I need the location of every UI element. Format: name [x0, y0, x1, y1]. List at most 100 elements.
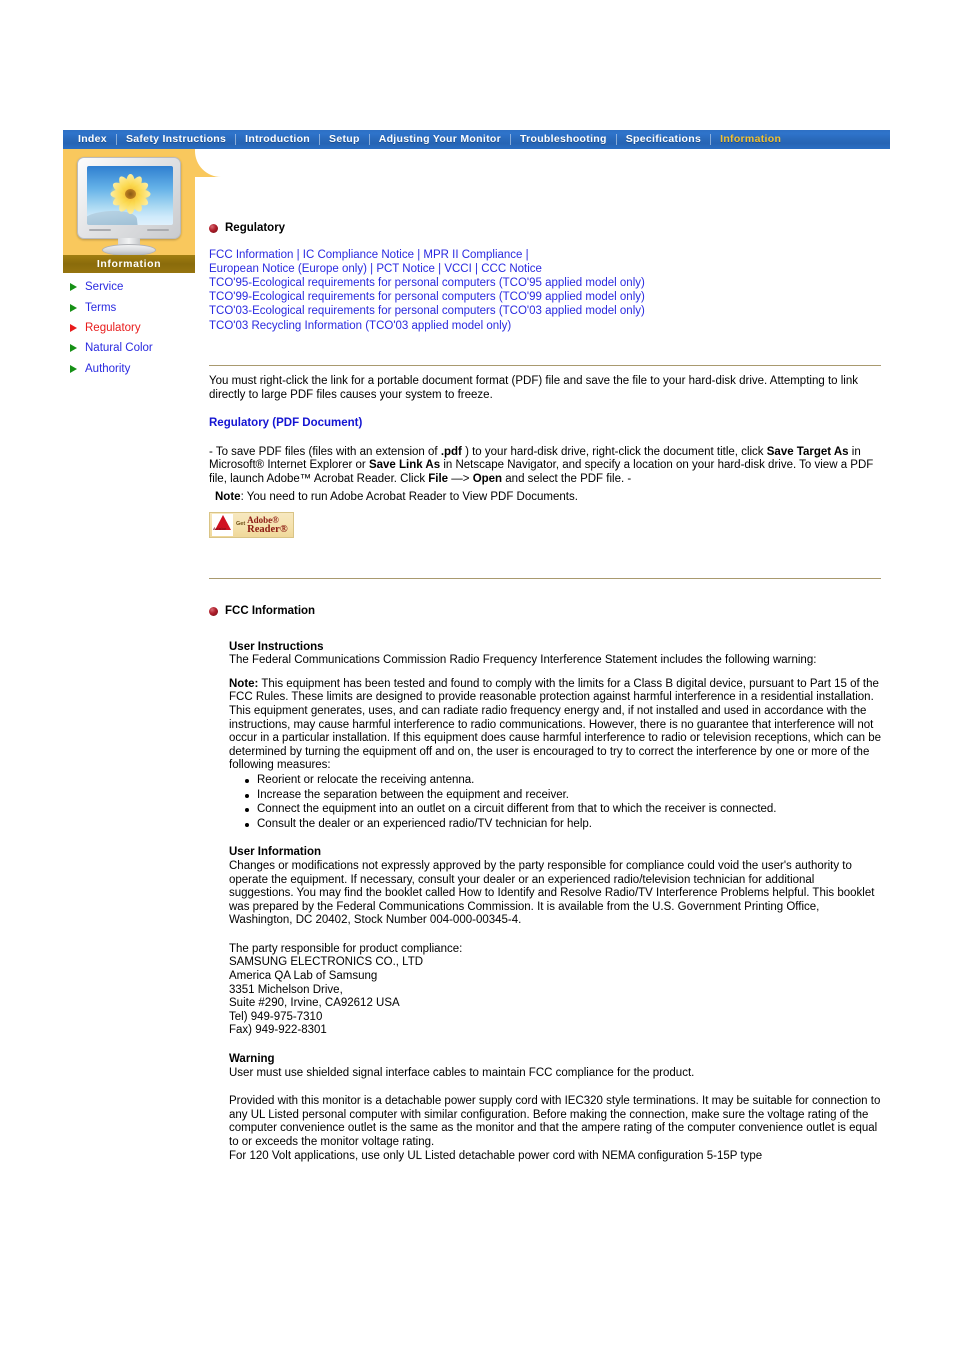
monitor-illustration-icon: [77, 157, 181, 256]
responsible-party-line: SAMSUNG ELECTRONICS CO., LTD: [229, 956, 424, 969]
get-adobe-reader-badge[interactable]: Adobe Get Adobe® Reader®: [209, 512, 294, 539]
sidebar-item-label: Natural Color: [85, 342, 153, 355]
responsible-party-block: The party responsible for product compli…: [229, 943, 881, 1038]
nav-item-safety-instructions[interactable]: Safety Instructions: [117, 130, 235, 149]
user-instructions-block: User Instructions The Federal Communicat…: [229, 641, 881, 1164]
link-tco99[interactable]: TCO'99-Ecological requirements for perso…: [209, 291, 645, 303]
sidebar-item-label: Terms: [85, 301, 117, 314]
regulatory-links-row-6: TCO'03 Recycling Information (TCO'03 app…: [209, 319, 881, 333]
user-information-text: Changes or modifications not expressly a…: [229, 859, 875, 927]
adobe-logo-icon: Adobe: [212, 514, 233, 537]
pdf-instr-t5: —>: [448, 472, 473, 485]
pdf-instr-b1: .pdf: [440, 445, 462, 458]
link-pct-notice[interactable]: PCT Notice: [376, 263, 435, 275]
adobe-label-line2: Reader®: [247, 524, 288, 536]
pdf-instr-t1: - To save PDF files (files with an exten…: [209, 445, 441, 458]
sidebar-item-natural-color[interactable]: Natural Color: [63, 338, 208, 358]
regulatory-links-row-3: TCO'95-Ecological requirements for perso…: [209, 276, 881, 290]
link-fcc-information[interactable]: FCC Information: [209, 249, 293, 261]
arrow-right-icon: [70, 303, 77, 312]
pdf-instr-b5: Open: [472, 472, 503, 485]
nav-item-adjusting-your-monitor[interactable]: Adjusting Your Monitor: [370, 130, 510, 149]
nav-item-information[interactable]: Information: [711, 130, 790, 149]
adobe-reader-label: Adobe® Reader®: [247, 516, 288, 536]
fcc-heading-label: FCC Information: [225, 605, 316, 617]
fcc-information-section: FCC Information User Instructions The Fe…: [209, 605, 881, 1163]
sidebar-item-terms[interactable]: Terms: [63, 297, 208, 317]
link-tco03[interactable]: TCO'03-Ecological requirements for perso…: [209, 305, 645, 317]
nav-item-setup[interactable]: Setup: [320, 130, 369, 149]
responsible-party-line: America QA Lab of Samsung: [229, 970, 378, 983]
top-navigation-bar: Index Safety Instructions Introduction S…: [63, 130, 890, 149]
link-separator: |: [370, 262, 374, 275]
warning-heading: Warning: [229, 1053, 275, 1066]
sidebar-corner-notch: [195, 149, 221, 177]
regulatory-link-list: FCC Information | IC Compliance Notice |…: [209, 248, 881, 333]
pdf-intro-block: You must right-click the link for a port…: [209, 375, 881, 539]
monitor-bezel: [77, 157, 181, 239]
sidebar-item-authority[interactable]: Authority: [63, 359, 208, 379]
sidebar-panel: [63, 149, 195, 271]
regulatory-links-row-1: FCC Information | IC Compliance Notice |…: [209, 248, 881, 262]
arrow-right-icon: [70, 364, 77, 373]
list-item: Increase the separation between the equi…: [245, 788, 881, 803]
page-title: Regulatory: [225, 222, 286, 234]
regulatory-links-row-5: TCO'03-Ecological requirements for perso…: [209, 304, 881, 318]
sidebar-item-label: Regulatory: [85, 321, 141, 334]
pdf-instr-b2: Save Target As: [766, 445, 849, 458]
bullet-sphere-icon: [209, 224, 218, 234]
pdf-instr-t2: ) to your hard-disk drive, right-click t…: [461, 445, 767, 458]
pdf-instr-t6: and select the PDF file. -: [502, 472, 632, 485]
arrow-right-icon: [70, 344, 77, 353]
sidebar-item-service[interactable]: Service: [63, 277, 208, 297]
sidebar-item-regulatory[interactable]: Regulatory: [63, 318, 208, 338]
responsible-party-line: 3351 Michelson Drive,: [229, 983, 343, 996]
link-european-notice[interactable]: European Notice (Europe only): [209, 263, 367, 275]
list-item: Reorient or relocate the receiving anten…: [245, 773, 881, 788]
link-mpr-ii-compliance[interactable]: MPR II Compliance: [423, 249, 522, 261]
pdf-instr-b4: File: [428, 472, 449, 485]
link-ccc-notice[interactable]: CCC Notice: [481, 263, 542, 275]
user-instructions-heading: User Instructions: [229, 640, 324, 653]
link-ic-compliance-notice[interactable]: IC Compliance Notice: [303, 249, 414, 261]
list-item: Consult the dealer or an experienced rad…: [245, 817, 881, 832]
link-separator: |: [438, 262, 442, 275]
nav-item-specifications[interactable]: Specifications: [617, 130, 710, 149]
user-instructions-text: The Federal Communications Commission Ra…: [229, 654, 817, 667]
warning-text: User must use shielded signal interface …: [229, 1066, 695, 1079]
sunflower-icon: [108, 174, 152, 215]
fcc-note-paragraph: Note: This equipment has been tested and…: [229, 678, 881, 773]
regulatory-links-row-2: European Notice (Europe only) | PCT Noti…: [209, 262, 881, 276]
monitor-screen: [87, 166, 173, 225]
regulatory-links-row-4: TCO'99-Ecological requirements for perso…: [209, 290, 881, 304]
arrow-right-icon: [70, 323, 77, 332]
regulatory-pdf-document-heading: Regulatory (PDF Document): [209, 417, 363, 430]
manual-page: Index Safety Instructions Introduction S…: [0, 0, 954, 1351]
responsible-party-line: The party responsible for product compli…: [229, 942, 463, 955]
adobe-wordmark: Adobe: [213, 525, 227, 531]
nav-item-introduction[interactable]: Introduction: [236, 130, 319, 149]
link-tco95[interactable]: TCO'95-Ecological requirements for perso…: [209, 277, 645, 289]
list-item: Connect the equipment into an outlet on …: [245, 802, 881, 817]
responsible-party-line: Tel) 949-975-7310: [229, 1010, 323, 1023]
sidebar-nav-list: Service Terms Regulatory Natural Color A…: [63, 277, 208, 379]
link-separator: |: [525, 248, 529, 261]
responsible-party-line: Fax) 949-922-8301: [229, 1024, 327, 1037]
user-information-heading: User Information: [229, 846, 322, 859]
link-vcci[interactable]: VCCI: [444, 263, 471, 275]
pdf-intro-paragraph: You must right-click the link for a port…: [209, 375, 858, 401]
pdf-instr-b3: Save Link As: [368, 459, 441, 472]
nav-item-index[interactable]: Index: [69, 130, 116, 149]
sidebar-section-caption: Information: [63, 255, 195, 273]
link-tco03-recycling[interactable]: TCO'03 Recycling Information (TCO'03 app…: [209, 320, 511, 332]
nav-item-troubleshooting[interactable]: Troubleshooting: [511, 130, 616, 149]
divider-middle: [209, 578, 881, 579]
